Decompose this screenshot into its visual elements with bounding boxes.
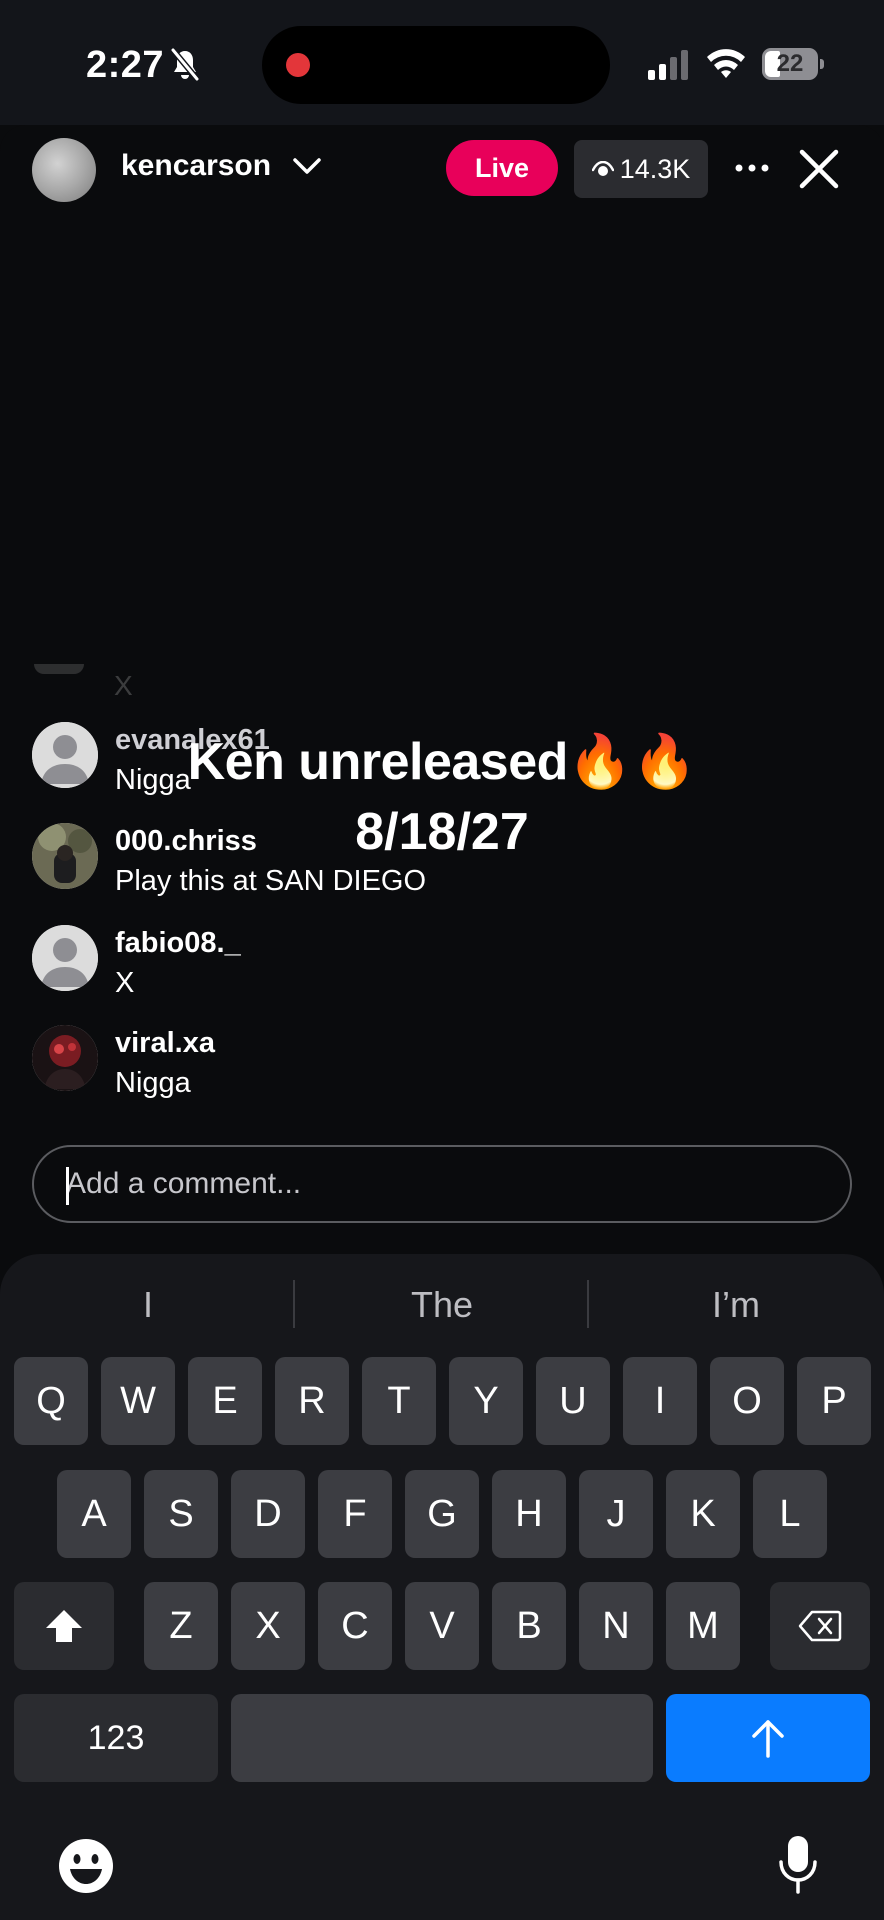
comment-username[interactable]: fabio08._: [115, 927, 241, 960]
key-q[interactable]: Q: [14, 1357, 88, 1445]
key-j[interactable]: J: [579, 1470, 653, 1558]
numbers-key[interactable]: 123: [14, 1694, 218, 1782]
recording-dot-icon: [286, 53, 310, 77]
shift-icon: [46, 1610, 82, 1642]
space-key[interactable]: [231, 1694, 653, 1782]
key-r[interactable]: R: [275, 1357, 349, 1445]
arrow-up-icon: [752, 1720, 784, 1758]
eye-icon: [591, 161, 614, 176]
key-d[interactable]: D: [231, 1470, 305, 1558]
dynamic-island: [262, 26, 610, 104]
send-key[interactable]: [666, 1694, 870, 1782]
key-t[interactable]: T: [362, 1357, 436, 1445]
key-e[interactable]: E: [188, 1357, 262, 1445]
backspace-icon: [798, 1610, 842, 1642]
status-time: 2:27: [86, 44, 165, 86]
key-a[interactable]: A: [57, 1470, 131, 1558]
comment-username[interactable]: viral.xa: [115, 1027, 215, 1060]
suggestion-2[interactable]: The: [297, 1284, 587, 1326]
comment-text: X: [114, 670, 133, 701]
avatar: [34, 664, 84, 674]
close-icon[interactable]: [798, 148, 840, 190]
viewer-count-badge[interactable]: 14.3K: [574, 140, 708, 198]
key-g[interactable]: G: [405, 1470, 479, 1558]
more-options-icon[interactable]: [734, 158, 770, 178]
comment-item[interactable]: fabio08._ X: [32, 925, 792, 999]
suggestion-divider: [587, 1280, 589, 1328]
key-i[interactable]: I: [623, 1357, 697, 1445]
key-k[interactable]: K: [666, 1470, 740, 1558]
comment-item[interactable]: viral.xa Nigga: [32, 1025, 792, 1099]
key-l[interactable]: L: [753, 1470, 827, 1558]
host-avatar[interactable]: [32, 138, 96, 202]
key-y[interactable]: Y: [449, 1357, 523, 1445]
battery-icon: 22: [762, 48, 824, 80]
key-z[interactable]: Z: [144, 1582, 218, 1670]
status-bar: 2:27 22: [0, 0, 884, 125]
key-f[interactable]: F: [318, 1470, 392, 1558]
avatar[interactable]: [32, 925, 98, 991]
key-h[interactable]: H: [492, 1470, 566, 1558]
comment-placeholder: Add a comment...: [66, 1167, 302, 1200]
microphone-icon[interactable]: [778, 1834, 818, 1896]
key-b[interactable]: B: [492, 1582, 566, 1670]
live-badge: Live: [446, 140, 558, 196]
comment-input[interactable]: Add a comment...: [32, 1145, 852, 1223]
host-username[interactable]: kencarson: [121, 149, 271, 183]
comment-text: Nigga: [115, 1067, 191, 1099]
key-x[interactable]: X: [231, 1582, 305, 1670]
battery-level: 22: [776, 50, 804, 77]
key-s[interactable]: S: [144, 1470, 218, 1558]
wifi-icon: [707, 49, 745, 78]
viewer-count: 14.3K: [619, 153, 691, 184]
stream-date-overlay: 8/18/27: [355, 803, 529, 861]
text-caret: [66, 1167, 69, 1205]
key-v[interactable]: V: [405, 1582, 479, 1670]
key-w[interactable]: W: [101, 1357, 175, 1445]
stream-title-overlay: Ken unreleased🔥🔥: [187, 733, 697, 791]
key-u[interactable]: U: [536, 1357, 610, 1445]
backspace-key[interactable]: [770, 1582, 870, 1670]
bell-slash-icon: [170, 48, 200, 81]
shift-key[interactable]: [14, 1582, 114, 1670]
comment-text: X: [115, 967, 135, 999]
suggestion-3[interactable]: I’m: [591, 1284, 881, 1326]
key-c[interactable]: C: [318, 1582, 392, 1670]
chevron-down-icon[interactable]: [292, 156, 322, 178]
avatar[interactable]: [32, 1025, 98, 1091]
suggestion-1[interactable]: I: [3, 1284, 293, 1326]
cellular-signal-icon: [648, 50, 688, 80]
key-n[interactable]: N: [579, 1582, 653, 1670]
key-o[interactable]: O: [710, 1357, 784, 1445]
key-m[interactable]: M: [666, 1582, 740, 1670]
suggestion-divider: [293, 1280, 295, 1328]
emoji-icon[interactable]: [58, 1838, 114, 1894]
key-p[interactable]: P: [797, 1357, 871, 1445]
comment-text: Play this at SAN DIEGO: [115, 865, 427, 897]
